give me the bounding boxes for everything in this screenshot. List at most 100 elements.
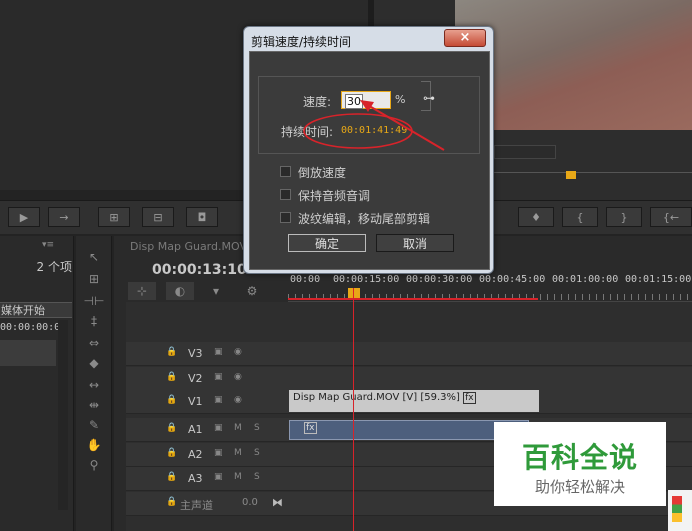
sync-lock-icon[interactable]: ▣ bbox=[214, 423, 223, 433]
go-to-in-button[interactable]: {← bbox=[650, 207, 692, 227]
option-maintain-pitch[interactable]: 保持音频音调 bbox=[280, 187, 480, 203]
panel-menu-icon[interactable]: ▾≡ bbox=[42, 240, 62, 250]
zoom-dropdown[interactable] bbox=[494, 145, 556, 159]
sequence-tab[interactable]: Disp Map Guard.MOV bbox=[130, 240, 250, 253]
zoom-icon[interactable]: ⚲ bbox=[84, 456, 104, 474]
toggle-output-icon[interactable]: ▣ bbox=[214, 372, 223, 382]
mark-out-button[interactable]: } bbox=[606, 207, 642, 227]
dialog-body: 速度: 30 % ⊶ 持续时间: 00:01:41:49 倒放速度 保持音频音调… bbox=[249, 51, 490, 270]
marker-icon[interactable]: ▾ bbox=[206, 282, 226, 300]
playhead-line bbox=[353, 288, 354, 531]
tools-panel: ↖ ⊞ ⊣⊢ ‡ ⇔ ◆ ↔ ⇹ ✎ ✋ ⚲ bbox=[76, 236, 112, 531]
track-label: A2 bbox=[188, 448, 203, 461]
duration-label: 持续时间: bbox=[281, 125, 334, 139]
toggle-output-icon[interactable]: ▣ bbox=[214, 347, 223, 357]
dialog-title: 剪辑速度/持续时间 bbox=[251, 35, 352, 49]
scrollbar[interactable] bbox=[58, 320, 68, 510]
wrench-icon[interactable]: ⚙ bbox=[242, 282, 262, 300]
option-label: 波纹编辑，移动尾部剪辑 bbox=[298, 212, 431, 226]
rate-stretch-icon[interactable]: ⇔ bbox=[84, 334, 104, 352]
checkbox[interactable] bbox=[280, 212, 291, 223]
pen-icon[interactable]: ✎ bbox=[84, 416, 104, 434]
playhead-marker[interactable] bbox=[566, 171, 576, 179]
track-label: A3 bbox=[188, 472, 203, 485]
slide-icon[interactable]: ⇹ bbox=[84, 396, 104, 414]
solo-button[interactable]: S bbox=[254, 448, 260, 458]
solo-button[interactable]: S bbox=[254, 423, 260, 433]
lock-icon[interactable]: 🔒 bbox=[166, 497, 177, 507]
program-timebar[interactable] bbox=[494, 171, 692, 186]
snap-icon[interactable]: ⊹ bbox=[128, 282, 156, 300]
hand-icon[interactable]: ✋ bbox=[84, 436, 104, 454]
playhead-handle[interactable] bbox=[348, 288, 360, 298]
linked-selection-icon[interactable]: ◐ bbox=[166, 282, 194, 300]
overwrite-button[interactable]: ⊟ bbox=[142, 207, 174, 227]
close-icon: × bbox=[459, 30, 471, 45]
fx-badge: fx bbox=[463, 392, 476, 404]
checkbox[interactable] bbox=[280, 166, 291, 177]
ok-button[interactable]: 确定 bbox=[288, 234, 366, 252]
audio-clip[interactable]: fx bbox=[289, 420, 529, 440]
work-area-bar[interactable] bbox=[288, 298, 538, 300]
add-marker-button[interactable]: ♦ bbox=[518, 207, 554, 227]
speed-input[interactable]: 30 bbox=[341, 91, 391, 109]
eye-icon[interactable]: ◉ bbox=[234, 347, 242, 357]
ruler-label: 00:01:15:00 bbox=[625, 274, 692, 285]
ruler-label: 00:00:45:00 bbox=[479, 274, 546, 285]
watermark-title: 百科全说 bbox=[521, 441, 638, 474]
razor-icon[interactable]: ◆ bbox=[84, 354, 104, 372]
sync-lock-icon[interactable]: ▣ bbox=[214, 472, 223, 482]
mark-in-button[interactable]: { bbox=[562, 207, 598, 227]
watermark-subtitle: 助你轻松解决 bbox=[534, 478, 625, 496]
step-forward-button[interactable]: ▶ bbox=[8, 207, 40, 227]
toggle-output-icon[interactable]: ▣ bbox=[214, 395, 223, 405]
cancel-button[interactable]: 取消 bbox=[376, 234, 454, 252]
slip-icon[interactable]: ↔ bbox=[84, 376, 104, 394]
duration-value[interactable]: 00:01:41:49 bbox=[341, 125, 407, 136]
speed-value: 30 bbox=[345, 94, 363, 109]
speed-unit: % bbox=[395, 93, 406, 106]
lock-icon[interactable]: 🔒 bbox=[166, 423, 177, 433]
sync-lock-icon[interactable]: ▣ bbox=[214, 448, 223, 458]
list-item-selected[interactable] bbox=[0, 340, 56, 366]
track-row-v3[interactable]: 🔒 V3 ▣ ◉ bbox=[126, 342, 692, 366]
watermark-box: 百科全说 助你轻松解决 bbox=[494, 422, 666, 506]
ripple-edit-icon[interactable]: ⊣⊢ bbox=[84, 292, 105, 310]
export-frame-button[interactable]: ◘ bbox=[186, 207, 218, 227]
eye-icon[interactable]: ◉ bbox=[234, 395, 242, 405]
selection-tool-icon[interactable]: ↖ bbox=[84, 248, 104, 266]
dialog-close-button[interactable]: × bbox=[444, 29, 486, 47]
lock-icon[interactable]: 🔒 bbox=[166, 372, 177, 382]
track-label: A1 bbox=[188, 423, 203, 436]
mute-button[interactable]: M bbox=[234, 448, 242, 458]
option-label: 保持音频音调 bbox=[298, 189, 371, 203]
mute-button[interactable]: M bbox=[234, 472, 242, 482]
option-reverse-speed[interactable]: 倒放速度 bbox=[280, 164, 480, 180]
lock-icon[interactable]: 🔒 bbox=[166, 472, 177, 482]
solo-button[interactable]: S bbox=[254, 472, 260, 482]
master-volume[interactable]: 0.0 bbox=[242, 497, 258, 508]
ruler-label: 00:00:15:00 bbox=[333, 274, 400, 285]
rolling-edit-icon[interactable]: ‡ bbox=[84, 312, 104, 330]
mute-button[interactable]: M bbox=[234, 423, 242, 433]
link-icon[interactable]: ⊶ bbox=[423, 91, 435, 105]
insert-button[interactable]: ⊞ bbox=[98, 207, 130, 227]
media-start-time: 00:00:00:00 bbox=[0, 322, 62, 333]
column-header[interactable]: 媒体开始 bbox=[0, 302, 72, 318]
ruler-label: 00:00:30:00 bbox=[406, 274, 473, 285]
checkbox[interactable] bbox=[280, 189, 291, 200]
bowtie-icon[interactable]: ⧓ bbox=[272, 496, 283, 509]
clip-label: Disp Map Guard.MOV [V] [59.3%] bbox=[293, 392, 460, 403]
time-ruler[interactable]: 00:00 00:00:15:00 00:00:30:00 00:00:45:0… bbox=[288, 270, 692, 302]
option-ripple-edit[interactable]: 波纹编辑，移动尾部剪辑 bbox=[280, 210, 480, 226]
video-clip[interactable]: Disp Map Guard.MOV [V] [59.3%] fx bbox=[289, 390, 539, 412]
eye-icon[interactable]: ◉ bbox=[234, 372, 242, 382]
speed-group: 速度: 30 % ⊶ 持续时间: 00:01:41:49 bbox=[258, 76, 480, 154]
speed-label: 速度: bbox=[303, 95, 332, 109]
lock-icon[interactable]: 🔒 bbox=[166, 347, 177, 357]
track-select-icon[interactable]: ⊞ bbox=[84, 270, 104, 288]
lock-icon[interactable]: 🔒 bbox=[166, 395, 177, 405]
lock-icon[interactable]: 🔒 bbox=[166, 448, 177, 458]
track-row-v2[interactable]: 🔒 V2 ▣ ◉ bbox=[126, 367, 692, 391]
go-to-out-button[interactable]: → bbox=[48, 207, 80, 227]
